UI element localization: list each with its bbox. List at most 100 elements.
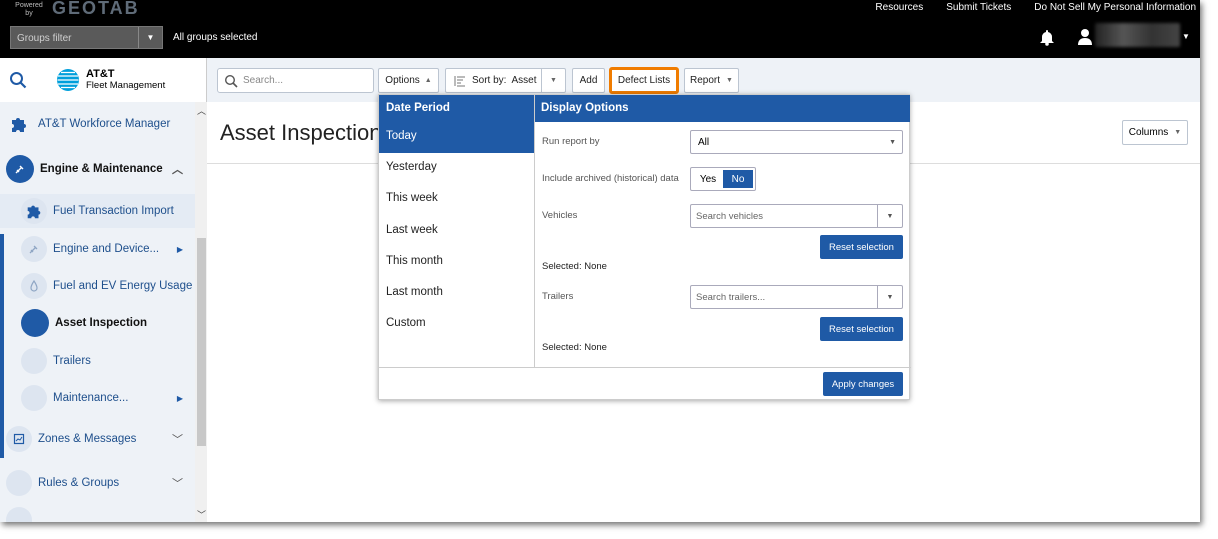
options-button[interactable]: Options ▲ [378,68,439,93]
trailers-search-input[interactable]: Search trailers... [696,292,765,303]
archived-label: Include archived (historical) data [542,173,679,184]
caret-down-icon: ▼ [1174,129,1182,136]
report-button[interactable]: Report ▼ [684,68,739,93]
maintenance-icon [21,385,47,411]
sidebar-item-trailers[interactable]: Trailers [0,344,195,378]
reset-trailers-button[interactable]: Reset selection [820,317,903,341]
caret-right-icon[interactable]: ▶ [177,245,183,254]
vehicles-selected-text: Selected: None [542,261,607,272]
search-icon[interactable] [0,71,36,89]
caret-down-icon: ▼ [889,138,896,146]
page-title: Asset Inspection [220,120,382,145]
display-options-panel: Display Options Run report by All ▼ Incl… [535,95,910,367]
groups-filter-input[interactable]: Groups filter [11,27,138,48]
sidebar-item-zones-messages[interactable]: Zones & Messages ﹀ [0,422,195,456]
sidebar-item-fuel-ev-usage[interactable]: Fuel and EV Energy Usage [0,269,195,303]
apply-changes-button[interactable]: Apply changes [823,372,903,396]
date-period-this-week[interactable]: This week [379,184,534,215]
search-field[interactable]: Search... [217,68,374,93]
sidebar-item-fuel-transaction-import[interactable]: Fuel Transaction Import [0,194,195,228]
scroll-down-icon[interactable]: ﹀ [197,508,206,521]
date-period-last-month[interactable]: Last month [379,278,534,309]
vehicles-dropdown-icon[interactable]: ▼ [877,205,902,227]
caret-down-icon: ▼ [726,77,733,84]
sort-dropdown-icon[interactable]: ▼ [541,69,565,92]
groups-filter-dropdown-icon[interactable]: ▼ [138,27,162,48]
trailer-icon [21,348,47,374]
geotab-logo: GEOTAB [52,0,140,18]
vehicles-search-input[interactable]: Search vehicles [696,211,763,222]
options-popup: Date Period Today Yesterday This week La… [378,94,911,401]
popup-footer: Apply changes [379,367,911,401]
trailers-dropdown-icon[interactable]: ▼ [877,286,902,308]
vehicles-search[interactable]: Search vehicles ▼ [690,204,903,228]
defect-lists-label: Defect Lists [617,75,671,86]
date-period-title: Date Period [379,95,534,122]
sidebar-scroll-thumb[interactable] [197,238,206,446]
defect-lists-button[interactable]: Defect Lists [609,67,679,94]
sidebar-item-asset-inspection[interactable]: Asset Inspection [0,306,195,340]
add-label: Add [579,75,598,86]
bell-icon[interactable] [1039,29,1055,51]
user-menu-caret-icon[interactable]: ▼ [1182,32,1190,41]
columns-button[interactable]: Columns ▼ [1122,120,1188,145]
sidebar-item-label: Zones & Messages [38,433,137,445]
caret-right-icon[interactable]: ▶ [177,394,183,403]
user-icon[interactable] [1078,28,1092,50]
user-name-redacted[interactable] [1095,23,1180,47]
archived-no-option[interactable]: No [723,170,753,188]
run-report-by-value: All [698,136,710,148]
run-report-by-select[interactable]: All ▼ [690,130,903,154]
sidebar-item-engine-device[interactable]: Engine and Device... ▶ [0,232,195,266]
groups-filter[interactable]: Groups filter ▼ [10,26,163,49]
nav-list: AT&T Workforce Manager Engine & Maintena… [0,102,195,522]
add-button[interactable]: Add [572,68,605,93]
date-period-panel: Date Period Today Yesterday This week La… [379,95,535,367]
submit-tickets-link[interactable]: Submit Tickets [946,2,1011,13]
sidebar-item-engine-maintenance[interactable]: Engine & Maintenance ︿ [0,152,195,186]
date-period-today[interactable]: Today [379,122,534,154]
top-bar: Powered by GEOTAB Resources Submit Ticke… [0,0,1200,58]
do-not-sell-link[interactable]: Do Not Sell My Personal Information [1034,2,1196,13]
partial-icon [6,507,32,522]
sidebar-item-rules-groups[interactable]: Rules & Groups ﹀ [0,466,195,500]
date-period-this-month[interactable]: This month [379,247,534,278]
sidebar-header: AT&T Fleet Management [0,58,206,102]
chevron-down-icon[interactable]: ﹀ [172,475,183,491]
chevron-down-icon[interactable]: ﹀ [172,431,183,447]
sidebar: AT&T Fleet Management AT&T Workforce Man… [0,58,207,522]
rules-icon [6,470,32,496]
att-globe-icon [57,69,79,91]
options-label: Options [385,75,420,86]
reset-vehicles-button[interactable]: Reset selection [820,235,903,259]
caret-up-icon: ▲ [424,77,432,84]
search-input[interactable]: Search... [243,75,283,86]
app-window: Powered by GEOTAB Resources Submit Ticke… [0,0,1200,522]
search-icon [224,74,238,88]
date-period-custom[interactable]: Custom [379,309,534,340]
run-report-by-label: Run report by [542,136,600,147]
powered-by-text: Powered by [15,2,43,17]
trailers-search[interactable]: Search trailers... ▼ [690,285,903,309]
scroll-up-icon[interactable]: ︿ [197,104,206,117]
display-options-title: Display Options [535,95,910,122]
archived-toggle[interactable]: Yes No [690,167,756,191]
brand-line-2: Fleet Management [86,80,166,91]
archived-yes-option[interactable]: Yes [693,170,723,188]
resources-link[interactable]: Resources [875,2,923,13]
sidebar-item-maintenance[interactable]: Maintenance... ▶ [0,381,195,415]
sidebar-item-workforce-manager[interactable]: AT&T Workforce Manager [0,108,195,140]
chevron-up-icon[interactable]: ︿ [172,161,183,177]
sidebar-item-label: Maintenance... [53,392,129,404]
columns-label: Columns [1128,127,1169,138]
zones-icon [6,426,32,452]
sort-by-label: Sort by: [472,75,507,86]
sidebar-item-partial[interactable] [0,507,195,522]
report-label: Report [690,75,721,86]
sidebar-item-label: Fuel and EV Energy Usage [53,280,193,292]
date-period-last-week[interactable]: Last week [379,216,534,247]
sort-by-control[interactable]: Sort by: Asset ▼ [445,68,566,93]
date-period-yesterday[interactable]: Yesterday [379,153,534,184]
sidebar-item-label: Asset Inspection [55,317,148,329]
puzzle-icon [21,198,47,224]
